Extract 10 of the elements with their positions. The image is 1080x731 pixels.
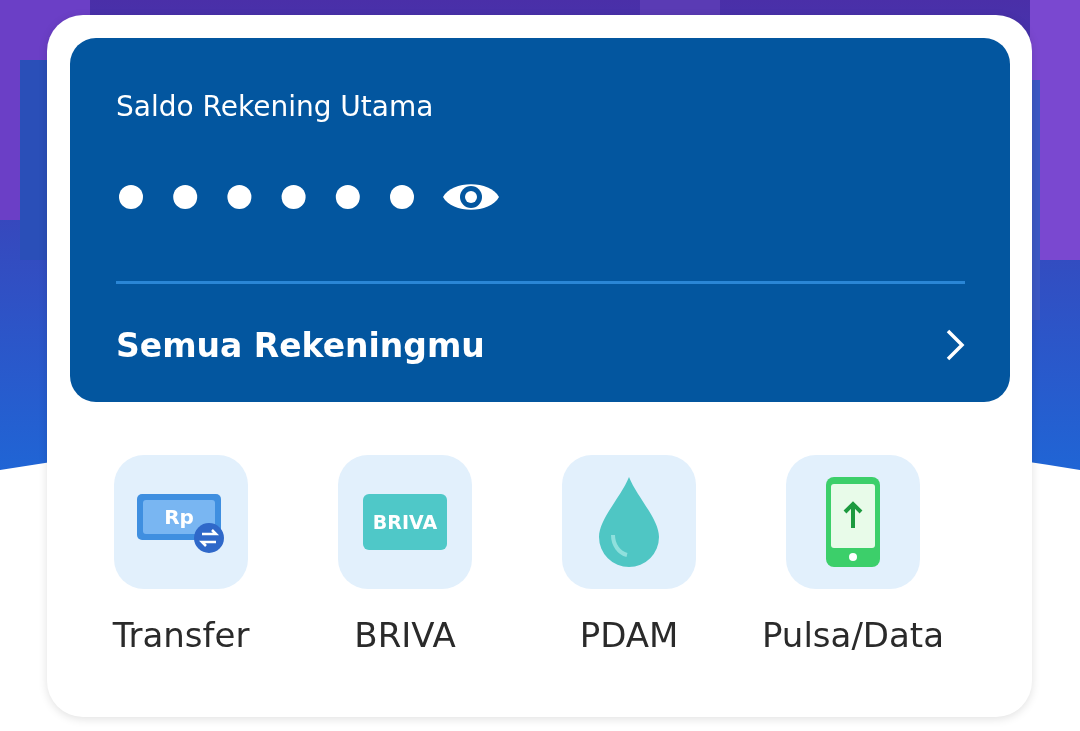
briva-card-icon: BRIVA <box>362 492 448 552</box>
menu-item[interactable]: Pulsa/Data <box>741 455 965 655</box>
menu-item[interactable]: PDAM <box>517 455 741 655</box>
menu-item[interactable]: Rp Transfer <box>69 455 293 655</box>
water-drop-icon <box>597 475 661 569</box>
menu-item[interactable]: BRIVA BRIVA <box>293 455 517 655</box>
balance-title: Saldo Rekening Utama <box>116 90 435 123</box>
chevron-right-icon <box>945 328 965 362</box>
all-accounts-link[interactable]: Semua Rekeningmu <box>116 310 965 380</box>
phone-upload-icon <box>825 476 881 568</box>
